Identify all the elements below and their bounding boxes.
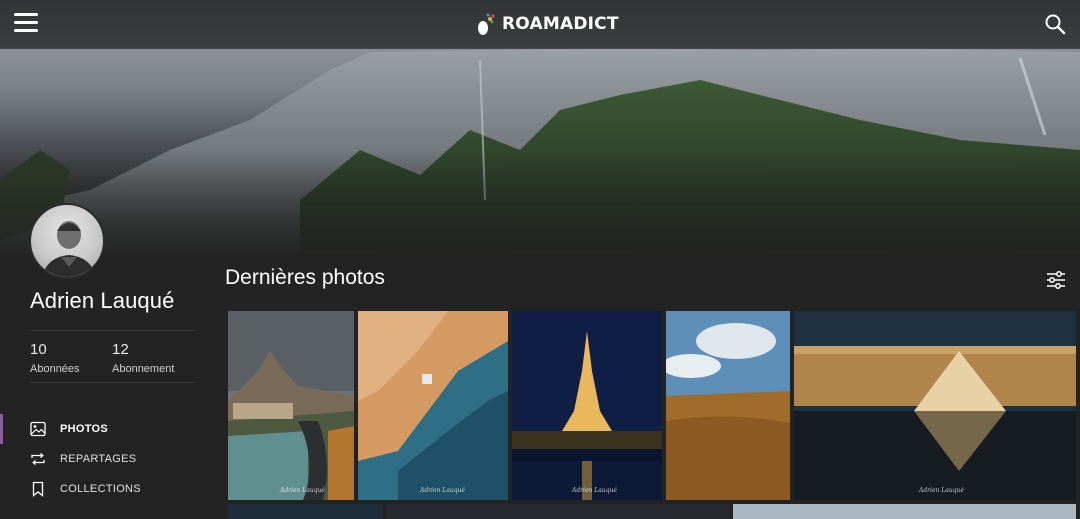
avatar[interactable] (29, 203, 105, 279)
nav-label: COLLECTIONS (60, 483, 141, 495)
photo-tile[interactable]: Adrien Lauqué (358, 311, 508, 500)
brand-logo[interactable]: ROAMADICT (474, 11, 619, 37)
photo-tile[interactable] (386, 504, 729, 519)
section-title: Dernières photos (225, 266, 385, 289)
divider (30, 382, 195, 383)
nav-label: REPARTAGES (60, 453, 137, 465)
following-count: 12 (112, 341, 129, 358)
following-stat[interactable]: 12 Abonnement (112, 341, 174, 375)
photo-signature: Adrien Lauqué (572, 487, 617, 494)
hamburger-icon[interactable] (14, 13, 38, 33)
nav-item-photos[interactable]: PHOTOS (0, 414, 200, 444)
followers-count: 10 (30, 341, 47, 358)
followers-label: Abonnées (30, 363, 80, 375)
photo-signature: Adrien Lauqué (280, 487, 325, 494)
divider (30, 330, 195, 331)
photo-signature: Adrien Lauqué (919, 487, 964, 494)
nav-item-repartages[interactable]: REPARTAGES (0, 444, 200, 474)
photo-grid: Adrien Lauqué Adrien Lauqué Adrien Lauqu… (228, 311, 1080, 519)
profile-name: Adrien Lauqué (30, 288, 175, 313)
image-icon (30, 421, 46, 437)
photo-signature: Adrien Lauqué (420, 487, 465, 494)
photo-tile[interactable]: Adrien Lauqué (794, 311, 1076, 500)
photo-tile[interactable] (733, 504, 1076, 519)
brand-name: ROAMADICT (502, 14, 619, 34)
top-bar: ROAMADICT (0, 0, 1080, 49)
footprint-logo-icon (478, 13, 495, 35)
sliders-icon[interactable] (1045, 269, 1067, 291)
followers-stat[interactable]: 10 Abonnées (30, 341, 80, 375)
nav-label: PHOTOS (60, 423, 109, 435)
search-icon[interactable] (1044, 13, 1066, 35)
photo-tile[interactable]: Adrien Lauqué (512, 311, 662, 500)
repost-icon (31, 453, 45, 465)
bookmark-icon (32, 481, 44, 497)
photo-tile[interactable]: Adrien Lauqué (228, 311, 354, 500)
profile-nav: PHOTOS REPARTAGES COLLECTIONS (0, 414, 200, 504)
photo-tile[interactable] (666, 311, 790, 500)
following-label: Abonnement (112, 363, 175, 375)
photo-tile[interactable] (228, 504, 382, 519)
nav-item-collections[interactable]: COLLECTIONS (0, 474, 200, 504)
